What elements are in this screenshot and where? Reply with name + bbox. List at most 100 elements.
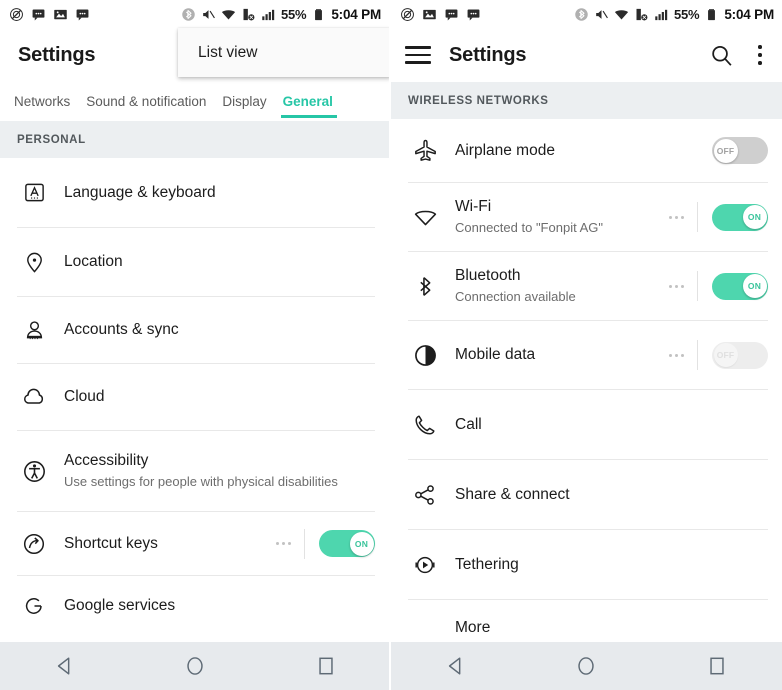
list-item-wifi[interactable]: Wi-Fi Connected to "Fonpit AG" ON (391, 183, 782, 251)
location-pin-icon (17, 251, 51, 274)
clock-label: 5:04 PM (331, 6, 381, 22)
toggle-knob: ON (349, 531, 374, 556)
dual-screenshot-container: 55% 5:04 PM Settings Networks Sound & no… (0, 0, 782, 690)
overflow-dots-icon[interactable] (669, 284, 684, 288)
tab-display[interactable]: Display (214, 94, 274, 118)
bluetooth-toggle[interactable]: ON (712, 272, 768, 300)
call-icon (408, 413, 442, 437)
list-item-cloud[interactable]: Cloud (0, 364, 389, 430)
message-icon (76, 9, 89, 20)
volume-mute-icon (596, 9, 608, 19)
settings-list: Language & keyboard Location Accounts & … (0, 158, 389, 636)
accounts-sync-icon (17, 319, 51, 342)
list-item-more[interactable]: More (391, 600, 782, 642)
list-item-controls: ON (276, 528, 375, 559)
shortcut-keys-toggle[interactable]: ON (319, 530, 375, 557)
page-title: Settings (18, 43, 96, 66)
recents-button[interactable] (298, 642, 354, 690)
action-bar-actions (709, 43, 768, 68)
list-item-location[interactable]: Location (0, 228, 389, 296)
list-item-tethering[interactable]: Tethering (391, 530, 782, 599)
battery-icon (315, 8, 323, 20)
right-settings-content: WIRELESS NETWORKS Airplane mode OFF Wi-F… (391, 82, 782, 642)
overflow-dots-icon[interactable] (669, 215, 684, 219)
bluetooth-icon (182, 7, 195, 21)
home-circle-icon (187, 657, 204, 675)
list-item-subtitle: Connected to "Fonpit AG" (455, 220, 603, 235)
list-item-accounts-sync[interactable]: Accounts & sync (0, 297, 389, 363)
recents-button[interactable] (689, 642, 745, 690)
overflow-dots-icon[interactable] (669, 353, 684, 357)
settings-list: Airplane mode OFF Wi-Fi Connected to "Fo… (391, 119, 782, 642)
recents-square-icon (710, 657, 724, 675)
list-item-label: Airplane mode (455, 141, 555, 159)
list-item-text: Language & keyboard (51, 183, 375, 203)
page-title: Settings (449, 43, 527, 66)
tab-networks[interactable]: Networks (6, 94, 78, 118)
back-button[interactable] (428, 642, 484, 690)
overflow-dots-icon[interactable] (276, 542, 291, 545)
section-header-personal: PERSONAL (0, 121, 389, 158)
vertical-divider (697, 340, 698, 370)
list-item-text: Wi-Fi Connected to "Fonpit AG" (442, 197, 669, 237)
tab-sound-notification[interactable]: Sound & notification (78, 94, 214, 118)
bluetooth-icon (575, 7, 588, 21)
toggle-knob: ON (742, 205, 767, 229)
list-item-google-services[interactable]: Google services (0, 576, 389, 636)
status-bar-notification-icons (9, 7, 90, 22)
list-item-airplane-mode[interactable]: Airplane mode OFF (391, 119, 782, 182)
mobile-data-icon (408, 343, 442, 368)
airplane-icon (408, 138, 442, 163)
list-item-language-keyboard[interactable]: Language & keyboard (0, 158, 389, 227)
airplane-mode-toggle[interactable]: OFF (712, 137, 768, 164)
list-item-text: Cloud (51, 387, 375, 407)
accessibility-icon (17, 459, 51, 484)
list-item-text: Location (51, 252, 375, 272)
list-item-accessibility[interactable]: Accessibility Use settings for people wi… (0, 431, 389, 511)
back-button[interactable] (37, 642, 93, 690)
tab-general[interactable]: General (275, 94, 341, 118)
list-item-controls: ON (669, 202, 768, 232)
navigation-bar (0, 642, 389, 690)
back-triangle-icon (58, 657, 70, 675)
list-item-text: More (442, 618, 768, 638)
toggle-knob: ON (742, 274, 767, 298)
list-item-subtitle: Connection available (455, 289, 576, 304)
tethering-icon (408, 553, 442, 577)
toggle-state-label: ON (747, 281, 762, 291)
list-item-text: Google services (51, 596, 375, 616)
section-header-label: WIRELESS NETWORKS (408, 94, 549, 107)
list-item-share-connect[interactable]: Share & connect (391, 460, 782, 529)
overflow-menu-icon[interactable] (758, 45, 762, 65)
list-item-text: Airplane mode (442, 141, 712, 161)
hamburger-icon[interactable] (405, 46, 431, 64)
home-button[interactable] (167, 642, 223, 690)
list-item-text: Bluetooth Connection available (442, 266, 669, 306)
list-item-label: Location (64, 253, 123, 270)
mobile-data-off-icon (243, 8, 255, 20)
list-item-text: Mobile data (442, 345, 669, 365)
list-item-controls: ON (669, 271, 768, 301)
status-bar: 55% 5:04 PM (0, 0, 389, 28)
list-view-popup-label: List view (198, 43, 258, 61)
list-item-bluetooth[interactable]: Bluetooth Connection available ON (391, 252, 782, 320)
mobile-data-toggle[interactable]: OFF (712, 341, 768, 369)
mobile-data-off-icon (636, 8, 648, 20)
list-item-label: Accessibility (64, 452, 149, 469)
message-icon (467, 9, 480, 20)
google-services-icon (17, 594, 51, 618)
wifi-toggle[interactable]: ON (712, 203, 768, 231)
list-view-popup[interactable]: List view (178, 28, 389, 77)
home-button[interactable] (558, 642, 614, 690)
list-item-label: Accounts & sync (64, 321, 179, 338)
no-sound-icon (401, 7, 414, 21)
vertical-divider (304, 528, 305, 559)
shortcut-keys-icon (17, 532, 51, 556)
list-item-shortcut-keys[interactable]: Shortcut keys ON (0, 512, 389, 575)
status-bar-system-icons: 55% 5:04 PM (574, 7, 774, 22)
bluetooth-icon (408, 274, 442, 299)
list-item-mobile-data[interactable]: Mobile data OFF (391, 321, 782, 389)
battery-percent-label: 55% (673, 6, 700, 22)
search-icon[interactable] (709, 43, 734, 68)
list-item-call[interactable]: Call (391, 390, 782, 459)
